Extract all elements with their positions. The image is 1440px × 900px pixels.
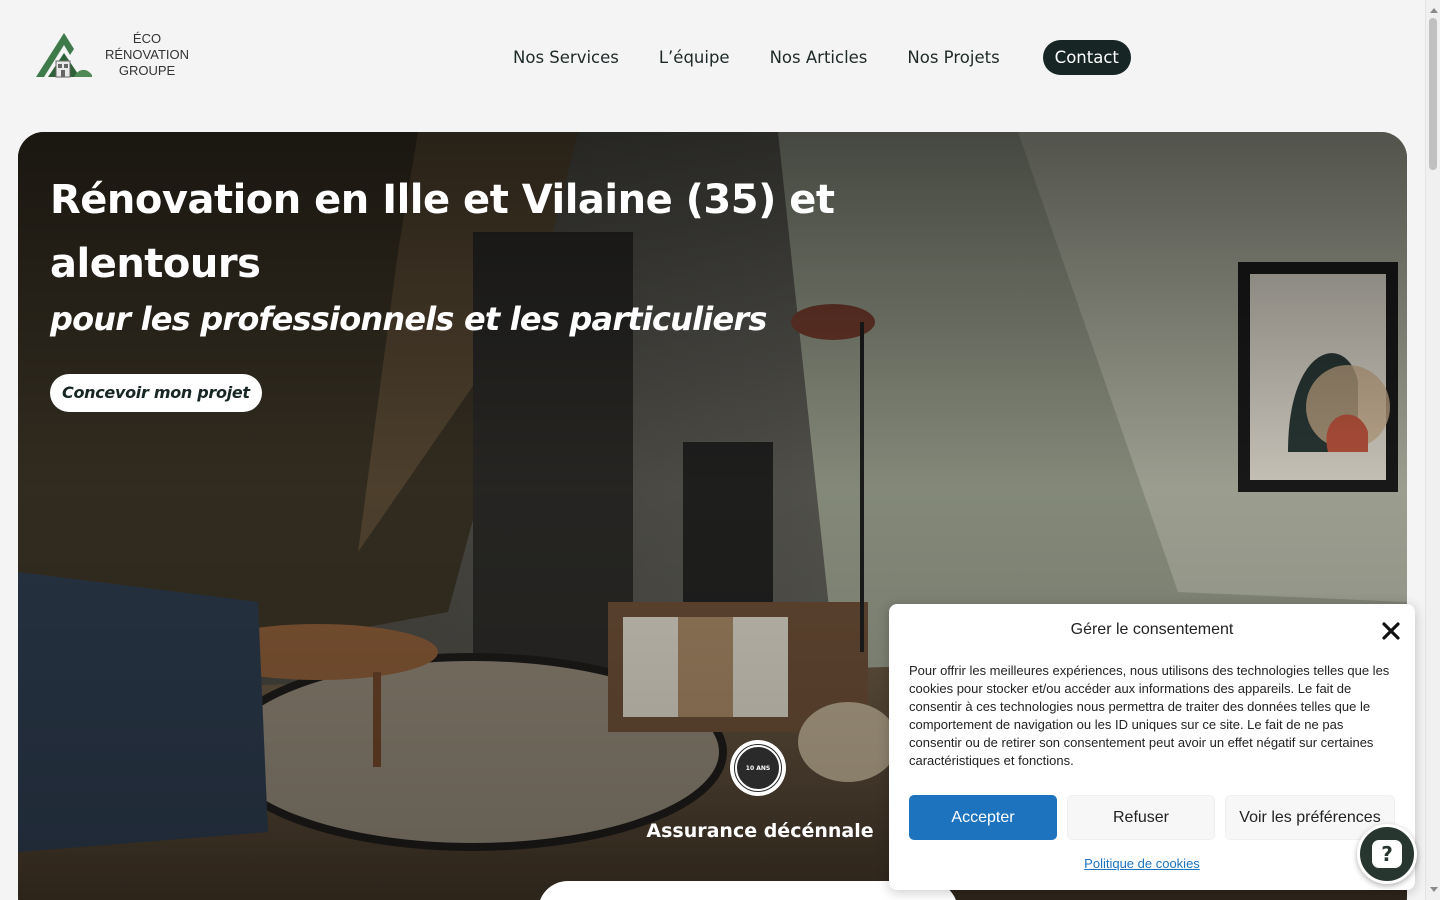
hero-subtitle: pour les professionnels et les particuli…: [50, 300, 767, 338]
hero-title: Rénovation en Ille et Vilaine (35) et al…: [50, 177, 835, 287]
cookie-policy-link[interactable]: Politique de cookies: [889, 856, 1395, 871]
contact-button[interactable]: Contact: [1042, 40, 1131, 75]
close-icon[interactable]: [1381, 621, 1401, 641]
design-project-button[interactable]: Concevoir mon projet: [50, 374, 262, 412]
scroll-down-arrow-icon[interactable]: [1430, 887, 1438, 892]
accept-button[interactable]: Accepter: [909, 795, 1057, 840]
nav-item-articles[interactable]: Nos Articles: [770, 48, 868, 67]
refuse-button[interactable]: Refuser: [1067, 795, 1215, 840]
logo-text-line1: ÉCO RÉNOVATION: [104, 31, 190, 62]
scroll-up-arrow-icon[interactable]: [1430, 8, 1438, 13]
scrollbar-thumb[interactable]: [1429, 18, 1437, 170]
house-logo-icon: [34, 31, 94, 79]
consent-text: Pour offrir les meilleures expériences, …: [909, 663, 1390, 768]
insurance-label: Assurance décénnale: [646, 820, 874, 842]
logo[interactable]: ÉCO RÉNOVATION GROUPE: [34, 30, 204, 80]
cookie-consent-dialog: Gérer le consentement Pour offrir les me…: [889, 604, 1415, 890]
main-nav: Nos Services L’équipe Nos Articles Nos P…: [500, 40, 1131, 75]
insurance-badge-icon: 10 ANS: [730, 740, 786, 796]
page-scrollbar[interactable]: [1425, 0, 1440, 900]
help-chat-button[interactable]: ?: [1357, 824, 1417, 884]
site-header: ÉCO RÉNOVATION GROUPE Nos Services L’équ…: [0, 0, 1425, 115]
nav-item-equipe[interactable]: L’équipe: [659, 48, 730, 67]
badge-text: 10 ANS: [734, 744, 782, 792]
consent-title: Gérer le consentement: [1070, 621, 1234, 638]
nav-item-projets[interactable]: Nos Projets: [907, 48, 999, 67]
logo-text: ÉCO RÉNOVATION GROUPE: [90, 31, 204, 79]
nav-item-services[interactable]: Nos Services: [513, 48, 619, 67]
question-mark-icon: ?: [1372, 840, 1402, 868]
logo-text-line2: GROUPE: [118, 63, 176, 78]
consent-buttons: Accepter Refuser Voir les préférences: [909, 795, 1395, 840]
